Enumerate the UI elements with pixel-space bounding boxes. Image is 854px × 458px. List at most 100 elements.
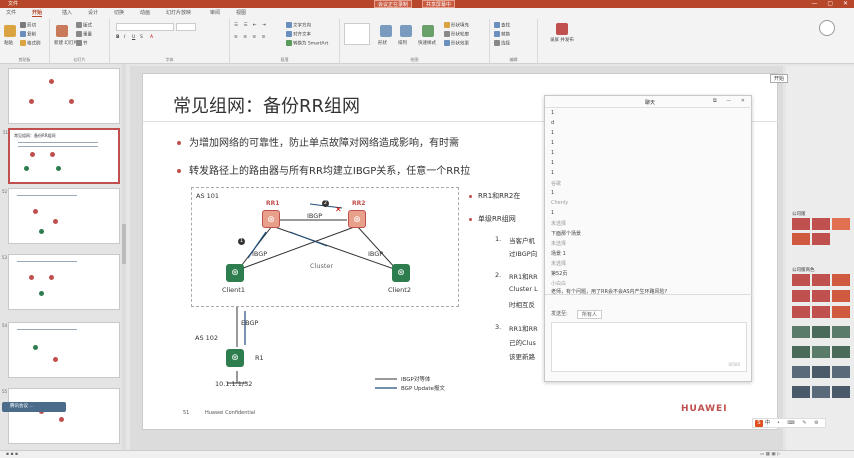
tab-slideshow[interactable]: 幻灯片放映 <box>166 9 191 16</box>
section-button[interactable]: 节 <box>76 40 88 47</box>
bold-button[interactable]: B <box>116 35 119 40</box>
chat-sender: 未选择 <box>551 241 567 247</box>
design-tile[interactable] <box>832 290 850 302</box>
design-tile[interactable] <box>832 366 850 378</box>
thumbnails-scrollbar[interactable] <box>122 64 126 450</box>
design-tile[interactable] <box>812 366 830 378</box>
step-1-badge: 1 <box>238 238 245 245</box>
tab-animations[interactable]: 动画 <box>140 9 150 16</box>
design-tile[interactable] <box>792 233 810 245</box>
shape-fill-button[interactable]: 形状填充 <box>444 22 469 29</box>
tab-insert[interactable]: 插入 <box>62 9 72 16</box>
design-tile[interactable] <box>792 366 810 378</box>
cut-button[interactable]: 剪切 <box>20 22 36 29</box>
design-tile[interactable] <box>812 218 830 230</box>
ime-language[interactable]: 中 <box>765 420 770 426</box>
slide-thumbnail[interactable]: 53 <box>2 254 120 310</box>
design-tile[interactable] <box>832 386 850 398</box>
design-tile[interactable] <box>812 386 830 398</box>
new-slide-button[interactable]: 新建 幻灯片 <box>54 40 78 46</box>
chat-window-controls[interactable]: ⧉ — ✕ <box>713 98 749 104</box>
view-buttons[interactable]: ▭ ▦ ▣ ▷ <box>760 452 781 457</box>
design-tile[interactable] <box>832 218 850 230</box>
as102-label: AS 102 <box>195 334 219 342</box>
ime-tool-icons[interactable]: • ⌨ ✎ ⚙ <box>777 419 822 428</box>
design-tile[interactable] <box>812 290 830 302</box>
design-tile[interactable] <box>812 233 830 245</box>
slide-thumbnail[interactable] <box>8 68 120 124</box>
user-avatar[interactable] <box>819 20 835 36</box>
tab-view[interactable]: 视图 <box>236 9 246 16</box>
copy-button[interactable]: 复制 <box>20 31 36 38</box>
select-button[interactable]: 选择 <box>494 40 510 47</box>
design-tile[interactable] <box>812 306 830 318</box>
arrange-icon[interactable] <box>400 25 412 37</box>
arrange-button[interactable]: 排列 <box>398 40 407 46</box>
design-tile[interactable] <box>792 386 810 398</box>
window-controls[interactable]: — ▢ ✕ <box>811 0 852 8</box>
font-name-select[interactable] <box>116 23 174 31</box>
shapes-button[interactable]: 形状 <box>378 40 387 46</box>
list-buttons[interactable]: ☰ ☰ ⇤ ⇥ <box>234 23 268 28</box>
text-direction-button[interactable]: 文字方向 <box>286 22 311 29</box>
scrollbar-thumb[interactable] <box>122 224 126 264</box>
design-tile[interactable] <box>792 274 810 286</box>
start-button[interactable]: 开始 <box>770 74 789 83</box>
new-slide-icon[interactable] <box>56 25 68 37</box>
paste-icon[interactable] <box>4 25 16 37</box>
send-to-select[interactable]: 所有人 <box>577 310 603 319</box>
shadow-button[interactable]: S <box>140 35 143 40</box>
find-button[interactable]: 查找 <box>494 22 510 29</box>
tab-home[interactable]: 开始 <box>32 9 43 17</box>
meeting-recording-badge[interactable]: 会议正在录制 <box>374 0 413 8</box>
replace-button[interactable]: 替换 <box>494 31 510 38</box>
slide-thumbnail[interactable]: 52 <box>2 188 120 244</box>
design-tile[interactable] <box>792 346 810 358</box>
slide-thumbnail[interactable]: 55 <box>2 388 120 444</box>
tab-design[interactable]: 设计 <box>88 9 98 16</box>
chat-input[interactable]: 0/500 <box>551 322 747 372</box>
design-tile[interactable] <box>812 326 830 338</box>
align-buttons[interactable]: ≡ ≡ ≡ ≡ <box>234 35 267 40</box>
slide-thumbnail-selected[interactable]: 51 常见组网：备份RR组网 <box>3 128 120 184</box>
shape-outline-button[interactable]: 形状轮廓 <box>444 31 469 38</box>
share-group: 录屏 并发布 <box>538 19 588 64</box>
smartart-button[interactable]: 转换为 SmartArt <box>286 40 328 47</box>
design-tile[interactable] <box>832 274 850 286</box>
design-tile[interactable] <box>832 346 850 358</box>
tab-transitions[interactable]: 切换 <box>114 9 124 16</box>
ime-toolbar[interactable]: S 中 • ⌨ ✎ ⚙ <box>752 418 826 428</box>
tab-file-menu[interactable]: 文件 <box>6 9 16 16</box>
underline-button[interactable]: U <box>132 35 135 40</box>
quick-styles-button[interactable]: 快速样式 <box>418 40 436 46</box>
reset-button[interactable]: 重置 <box>76 31 92 38</box>
shapes-gallery[interactable] <box>344 23 370 45</box>
record-publish-button[interactable]: 录屏 并发布 <box>550 37 574 43</box>
design-tile[interactable] <box>832 326 850 338</box>
paste-button[interactable]: 粘贴 <box>4 40 13 46</box>
font-color-button[interactable]: A <box>150 35 153 40</box>
shapes-icon[interactable] <box>380 25 392 37</box>
italic-button[interactable]: I <box>124 35 125 40</box>
design-tile[interactable] <box>792 326 810 338</box>
shape-effects-button[interactable]: 形状效果 <box>444 40 469 47</box>
design-tile[interactable] <box>792 290 810 302</box>
chat-message: 下面那个场景 <box>551 231 582 237</box>
design-tile[interactable] <box>812 346 830 358</box>
meeting-participant-bar[interactable]: 腾讯会议 ... <box>2 402 66 412</box>
align-text-button[interactable]: 对齐文本 <box>286 31 311 38</box>
quick-styles-icon[interactable] <box>422 25 434 37</box>
screen-share-badge[interactable]: 共享屏幕中 <box>422 0 456 8</box>
chat-sender: 小白白 <box>551 281 567 287</box>
design-tile[interactable] <box>832 306 850 318</box>
record-icon[interactable] <box>556 23 568 35</box>
design-tile[interactable] <box>812 274 830 286</box>
layout-button[interactable]: 版式 <box>76 22 92 29</box>
tab-file[interactable]: 文件 <box>4 0 22 8</box>
slide-thumbnail[interactable]: 54 <box>2 322 120 378</box>
design-tile[interactable] <box>792 218 810 230</box>
tab-review[interactable]: 审阅 <box>210 9 220 16</box>
font-size-select[interactable] <box>176 23 196 31</box>
design-tile[interactable] <box>792 306 810 318</box>
format-painter-button[interactable]: 格式刷 <box>20 40 41 47</box>
